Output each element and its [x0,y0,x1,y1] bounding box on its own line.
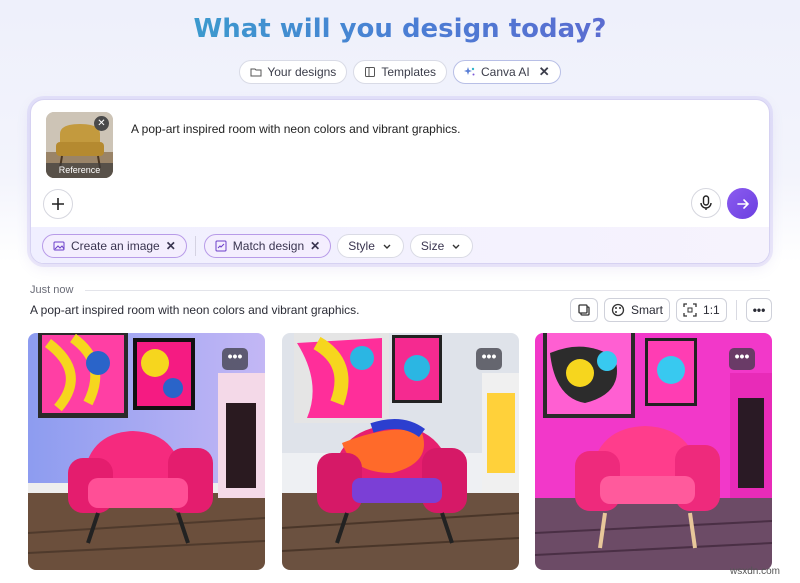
result-prompt-text: A pop-art inspired room with neon colors… [30,303,360,317]
match-design-chip[interactable]: Match design ✕ [203,234,332,258]
microphone-button[interactable] [691,188,721,218]
tab-templates[interactable]: Templates [353,60,448,84]
mode-tabs: Your designs Templates Canva AI ✕ [0,60,800,84]
close-icon[interactable]: ✕ [539,64,550,80]
reference-label: Reference [46,163,113,178]
tab-label: Your designs [267,65,337,79]
reference-image[interactable]: ✕ Reference [46,112,113,178]
more-icon: ••• [752,303,766,317]
sparkle-icon [464,67,475,76]
tab-label: Templates [381,65,437,79]
timestamp: Just now [30,284,74,296]
result-toolbar: Smart 1:1 ••• [570,298,773,322]
tab-your-designs[interactable]: Your designs [239,60,348,84]
size-dropdown[interactable]: Size [409,234,474,258]
divider [85,290,770,291]
chevron-down-icon [452,244,460,249]
tab-label: Canva AI [481,65,530,79]
chip-label: Create an image [71,239,160,253]
page-title: What will you design today? [0,14,800,44]
remove-reference-button[interactable]: ✕ [94,116,109,131]
image-more-button[interactable]: ••• [729,348,755,370]
aspect-ratio-button[interactable]: 1:1 [676,298,727,322]
palette-icon [611,303,625,317]
watermark: wsxdn.com [730,566,781,577]
close-icon[interactable]: ✕ [166,239,176,253]
more-options-button[interactable]: ••• [745,298,773,322]
result-image-3[interactable]: ••• [535,333,772,570]
smart-label: Smart [631,303,664,317]
style-dropdown[interactable]: Style [337,234,404,258]
submit-button[interactable] [727,188,758,219]
image-icon [53,241,65,251]
crop-icon [683,303,697,317]
add-button[interactable] [43,189,73,219]
smart-button[interactable]: Smart [604,298,671,322]
template-icon [365,67,376,77]
chevron-down-icon [383,244,391,249]
divider [735,300,737,320]
tab-canva-ai[interactable]: Canva AI ✕ [453,60,561,84]
arrow-right-icon [736,198,749,209]
microphone-icon [700,195,712,210]
prompt-input[interactable]: A pop-art inspired room with neon colors… [131,122,461,136]
chip-label: Match design [232,239,305,253]
copy-button[interactable] [570,298,598,322]
prompt-box: ✕ Reference A pop-art inspired room with… [30,99,770,264]
result-image-1[interactable]: ••• [28,333,265,570]
design-icon [215,240,227,252]
plus-icon [52,198,64,210]
result-image-2[interactable]: ••• [282,333,519,570]
options-bar: Create an image ✕ Match design ✕ Style S… [31,227,769,263]
folder-icon [250,68,262,77]
chip-label: Size [420,239,445,253]
close-icon[interactable]: ✕ [310,239,320,253]
image-more-button[interactable]: ••• [476,348,502,370]
create-image-chip[interactable]: Create an image ✕ [42,234,187,258]
image-more-button[interactable]: ••• [222,348,248,370]
divider [194,236,196,256]
chip-label: Style [348,239,375,253]
ratio-label: 1:1 [703,303,720,317]
copy-icon [578,304,590,316]
